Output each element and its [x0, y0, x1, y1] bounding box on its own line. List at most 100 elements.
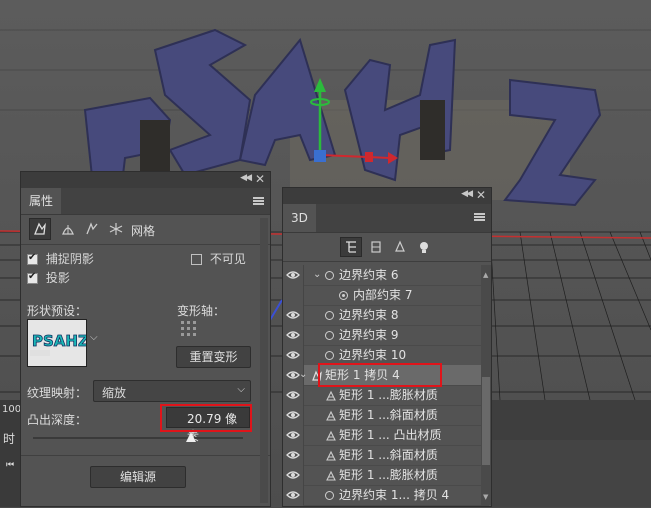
timeline-label: 时 — [3, 432, 16, 446]
preset-preview-image: PSAHZ — [30, 332, 89, 356]
material-filter-icon[interactable] — [393, 240, 407, 254]
visibility-toggle[interactable] — [283, 305, 304, 325]
mesh-tab-label[interactable]: 网格 — [131, 222, 155, 239]
inner-constraint-icon — [339, 285, 348, 305]
tree-row[interactable]: 边界约束 1... 拷贝 4 — [286, 485, 489, 506]
3d-titlebar[interactable]: ◀◀ ✕ — [283, 188, 491, 204]
visibility-toggle[interactable] — [283, 445, 304, 465]
edit-source-button[interactable]: 编辑源 — [90, 466, 186, 488]
scroll-thumb[interactable] — [482, 377, 490, 465]
eye-icon — [286, 431, 300, 439]
properties-tabbar: 属性 — [21, 188, 270, 215]
deform-icon[interactable] — [59, 220, 77, 238]
tree-row-label: 边界约束 8 — [339, 308, 399, 322]
eye-icon — [286, 351, 300, 359]
svg-text:PSAHZ: PSAHZ — [32, 332, 86, 350]
tab-properties[interactable]: 属性 — [21, 188, 62, 214]
tree-row[interactable]: 矩形 1 ...斜面材质 — [286, 405, 489, 426]
cap-icon[interactable] — [83, 220, 101, 238]
divider — [21, 455, 270, 456]
eye-icon — [286, 391, 300, 399]
eye-icon — [286, 271, 300, 279]
visibility-toggle[interactable] — [283, 405, 304, 425]
close-icon[interactable]: ✕ — [476, 188, 486, 202]
tree-row-label: 内部约束 7 — [353, 288, 413, 302]
constraint-icon — [325, 485, 334, 505]
tree-row[interactable]: 矩形 1 ...膨胀材质 — [286, 385, 489, 406]
panel-menu-icon[interactable] — [253, 197, 264, 205]
material-icon — [325, 445, 337, 465]
close-icon[interactable]: ✕ — [255, 172, 265, 186]
tree-row[interactable]: 边界约束 8 — [286, 305, 489, 326]
visibility-toggle[interactable] — [283, 285, 304, 305]
collapse-icon[interactable]: ◀◀ — [240, 173, 252, 183]
deform-axis-label: 变形轴： — [177, 304, 226, 318]
expand-chevron-icon[interactable]: ⌄ — [299, 365, 307, 385]
tree-row[interactable]: 边界约束 9 — [286, 325, 489, 346]
tree-row-label: 边界约束 6 — [339, 268, 399, 282]
mesh-icon — [34, 222, 46, 235]
deform-axis-grid[interactable] — [180, 320, 198, 338]
shape-preset-label: 形状预设： — [27, 304, 88, 318]
visibility-toggle[interactable] — [283, 485, 304, 505]
visibility-toggle[interactable] — [283, 325, 304, 345]
extrusion-depth-highlight — [160, 404, 252, 432]
divider — [21, 244, 270, 245]
texture-mapping-label: 纹理映射： — [27, 386, 88, 400]
coordinates-icon[interactable] — [107, 220, 125, 238]
scene-tree-icon — [346, 241, 356, 253]
visibility-toggle[interactable] — [283, 425, 304, 445]
timeline-start-icon[interactable]: ⏮ — [6, 460, 14, 470]
cast-shadow-checkbox[interactable] — [27, 271, 38, 284]
tree-row[interactable]: 矩形 1 ...斜面材质 — [286, 445, 489, 466]
tree-row-label: 矩形 1 ... 凸出材质 — [339, 428, 442, 442]
visibility-toggle[interactable] — [283, 265, 304, 285]
extrusion-depth-slider-track[interactable] — [33, 437, 243, 439]
3d-filter-bar — [283, 233, 491, 262]
extrusion-depth-label: 凸出深度： — [27, 413, 88, 427]
tree-row-label: 边界约束 9 — [339, 328, 399, 342]
chevron-down-icon[interactable]: ⌄ — [313, 265, 321, 285]
tree-row-label: 边界约束 1... 拷贝 4 — [339, 488, 450, 502]
constraint-icon — [325, 265, 334, 285]
scroll-up-icon[interactable]: ▲ — [483, 271, 488, 279]
eye-icon — [286, 311, 300, 319]
panel-menu-icon[interactable] — [474, 213, 485, 221]
eye-icon — [286, 411, 300, 419]
mesh-filter-icon[interactable] — [369, 240, 383, 254]
visibility-toggle[interactable] — [283, 385, 304, 405]
scroll-down-icon[interactable]: ▼ — [483, 493, 488, 501]
eye-icon — [286, 451, 300, 459]
constraint-icon — [325, 325, 334, 345]
mesh-tool-button[interactable] — [29, 218, 51, 240]
shape-preset-thumbnail[interactable]: PSAHZ — [27, 319, 89, 367]
properties-scrollbar[interactable] — [260, 218, 268, 503]
texture-mapping-select[interactable]: 缩放 ⌵ — [93, 380, 251, 402]
extrusion-depth-slider-thumb[interactable] — [185, 432, 196, 442]
cast-shadow-row[interactable]: 投影 — [27, 269, 70, 286]
material-icon — [325, 465, 337, 485]
preset-dropdown-chevron-icon[interactable]: ⌵ — [90, 332, 98, 343]
invisible-row[interactable]: 不可见 — [191, 250, 246, 267]
catch-shadow-row[interactable]: 捕捉阴影 — [27, 250, 94, 267]
invisible-checkbox[interactable] — [191, 254, 202, 265]
chevron-down-icon: ⌵ — [237, 384, 245, 395]
tree-row-label: 矩形 1 ...膨胀材质 — [339, 388, 438, 402]
catch-shadow-label: 捕捉阴影 — [45, 252, 94, 266]
tree-row[interactable]: 矩形 1 ... 凸出材质 — [286, 425, 489, 446]
catch-shadow-checkbox[interactable] — [27, 252, 38, 265]
light-filter-icon[interactable] — [417, 240, 431, 254]
tree-row[interactable]: 矩形 1 ...膨胀材质 — [286, 465, 489, 486]
collapse-icon[interactable]: ◀◀ — [461, 189, 473, 199]
tab-3d[interactable]: 3D — [283, 204, 316, 232]
tree-row[interactable]: ⌄ 边界约束 6 — [286, 265, 489, 286]
scene-filter-button[interactable] — [340, 237, 362, 257]
reset-deform-button[interactable]: 重置变形 — [176, 346, 251, 368]
properties-titlebar[interactable]: ◀◀ ✕ — [21, 172, 270, 188]
selected-layer-highlight — [318, 363, 442, 387]
tree-row[interactable]: 内部约束 7 — [303, 285, 489, 306]
visibility-toggle[interactable] — [283, 465, 304, 485]
cast-shadow-label: 投影 — [45, 271, 70, 285]
3d-tree-scrollbar[interactable]: ▲ ▼ — [481, 265, 491, 505]
visibility-toggle[interactable] — [283, 345, 304, 365]
